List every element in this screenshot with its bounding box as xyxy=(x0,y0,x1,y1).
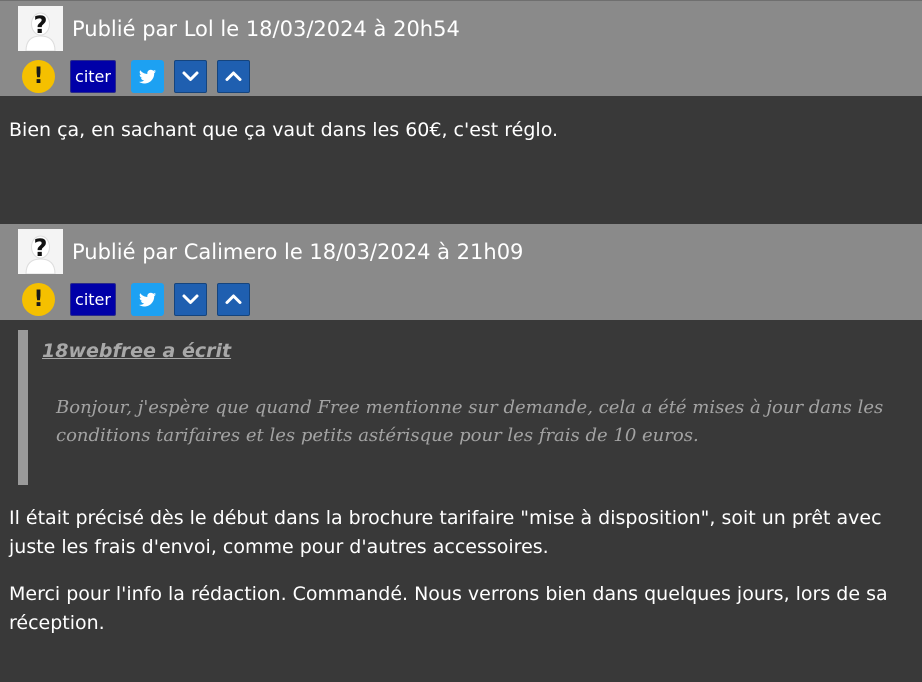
default-avatar-icon: ? xyxy=(18,6,63,51)
share-twitter-button[interactable] xyxy=(131,60,164,93)
comment-paragraph: Il était précisé dès le début dans la br… xyxy=(9,507,882,558)
warning-icon: ! xyxy=(33,64,44,89)
comment-byline: Publié par Calimero le 18/03/2024 à 21h0… xyxy=(72,240,524,264)
avatar: ? xyxy=(18,6,63,51)
quote-author-link[interactable]: 18webfree a écrit xyxy=(42,340,231,362)
comment-paragraph: Merci pour l'info la rédaction. Commandé… xyxy=(9,583,888,634)
quote-button[interactable]: citer xyxy=(70,60,116,93)
comment-header: ? Publié par Calimero le 18/03/2024 à 21… xyxy=(0,224,922,320)
comment-header: ? Publié par Lol le 18/03/2024 à 20h54 !… xyxy=(0,0,922,96)
avatar: ? xyxy=(18,229,63,274)
comment-byline: Publié par Lol le 18/03/2024 à 20h54 xyxy=(72,17,460,41)
quote-text: Bonjour, j'espère que quand Free mention… xyxy=(56,397,884,446)
downvote-button[interactable] xyxy=(174,283,207,316)
default-avatar-icon: ? xyxy=(18,229,63,274)
upvote-button[interactable] xyxy=(217,60,250,93)
chevron-down-icon xyxy=(182,294,199,304)
chevron-up-icon xyxy=(225,294,242,304)
upvote-button[interactable] xyxy=(217,283,250,316)
twitter-icon xyxy=(139,69,156,84)
report-button[interactable]: ! xyxy=(22,283,55,316)
chevron-down-icon xyxy=(182,71,199,81)
share-twitter-button[interactable] xyxy=(131,283,164,316)
svg-text:?: ? xyxy=(34,234,48,262)
twitter-icon xyxy=(139,292,156,307)
report-button[interactable]: ! xyxy=(22,60,55,93)
quote-block: 18webfree a écrit Bonjour, j'espère que … xyxy=(18,330,908,485)
svg-text:?: ? xyxy=(34,11,48,39)
chevron-up-icon xyxy=(225,71,242,81)
downvote-button[interactable] xyxy=(174,60,207,93)
quote-button[interactable]: citer xyxy=(70,283,116,316)
comment-text: Bien ça, en sachant que ça vaut dans les… xyxy=(9,119,559,141)
warning-icon: ! xyxy=(33,287,44,312)
comments-page: ? Publié par Lol le 18/03/2024 à 20h54 !… xyxy=(0,0,922,682)
